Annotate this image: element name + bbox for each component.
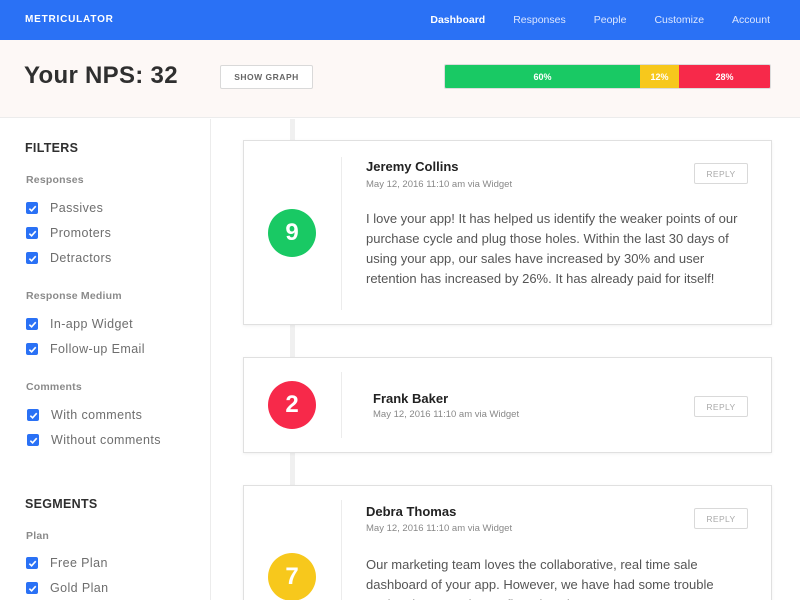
brand-logo[interactable]: METRICULATOR — [25, 14, 114, 25]
response-card: 2 Frank Baker May 12, 2016 11:10 am via … — [243, 357, 772, 453]
respondent-name[interactable]: Debra Thomas — [366, 504, 456, 519]
filter-with-comments[interactable]: With comments — [27, 408, 142, 422]
filter-promoters[interactable]: Promoters — [26, 226, 111, 240]
nps-breakdown-bar: 60% 12% 28% — [444, 64, 771, 89]
segment-gold-plan[interactable]: Gold Plan — [26, 581, 109, 595]
filter-label: Without comments — [51, 433, 161, 447]
reply-button[interactable]: REPLY — [694, 163, 748, 184]
filter-label: In-app Widget — [50, 317, 134, 331]
page-title: Your NPS: 32 — [24, 62, 178, 89]
show-graph-button[interactable]: SHOW GRAPH — [220, 65, 313, 89]
reply-button[interactable]: REPLY — [694, 508, 748, 529]
filter-group-title: Comments — [26, 381, 82, 393]
filter-label: Promoters — [50, 226, 112, 240]
filters-sidebar: FILTERS Responses Passives Promoters Det… — [0, 119, 211, 600]
response-comment: Our marketing team loves the collaborati… — [366, 557, 714, 600]
nps-score-badge: 9 — [268, 209, 316, 257]
checkbox-checked-icon[interactable] — [26, 582, 38, 594]
filter-label: Detractors — [50, 251, 112, 265]
segment-label: Gold Plan — [50, 581, 109, 595]
responses-feed: 9 Jeremy Collins May 12, 2016 11:10 am v… — [212, 119, 800, 600]
nps-score-badge: 7 — [268, 553, 316, 600]
checkbox-checked-icon[interactable] — [27, 434, 39, 446]
filter-follow-up-email[interactable]: Follow-up Email — [26, 342, 145, 356]
segment-free-plan[interactable]: Free Plan — [26, 556, 108, 570]
card-divider — [341, 500, 342, 600]
promoters-segment: 60% — [445, 65, 640, 88]
filter-without-comments[interactable]: Without comments — [27, 433, 161, 447]
reply-button[interactable]: REPLY — [694, 396, 748, 417]
top-navigation-bar: METRICULATOR Dashboard Responses People … — [0, 0, 800, 40]
segments-heading: SEGMENTS — [25, 497, 98, 511]
filters-heading: FILTERS — [25, 141, 79, 155]
nav-dashboard[interactable]: Dashboard — [430, 14, 485, 26]
segment-group-title: Plan — [26, 530, 49, 542]
main-nav: Dashboard Responses People Customize Acc… — [430, 0, 770, 40]
nav-people[interactable]: People — [594, 14, 627, 26]
nps-score-badge: 2 — [268, 381, 316, 429]
filter-detractors[interactable]: Detractors — [26, 251, 112, 265]
detractors-segment: 28% — [679, 65, 770, 88]
filter-label: With comments — [51, 408, 143, 422]
passives-segment: 12% — [640, 65, 679, 88]
nps-header: Your NPS: 32 SHOW GRAPH 60% 12% 28% — [0, 40, 800, 118]
response-card: 9 Jeremy Collins May 12, 2016 11:10 am v… — [243, 140, 772, 325]
nav-account[interactable]: Account — [732, 14, 770, 26]
response-meta: May 12, 2016 11:10 am via Widget — [366, 179, 513, 190]
nav-customize[interactable]: Customize — [654, 14, 704, 26]
checkbox-checked-icon[interactable] — [26, 202, 38, 214]
filter-group-title: Responses — [26, 174, 84, 186]
checkbox-checked-icon[interactable] — [26, 318, 38, 330]
checkbox-checked-icon[interactable] — [26, 227, 38, 239]
card-divider — [341, 157, 342, 310]
respondent-name[interactable]: Jeremy Collins — [366, 159, 459, 174]
response-meta: May 12, 2016 11:10 am via Widget — [366, 523, 513, 534]
response-comment: I love your app! It has helped us identi… — [366, 211, 738, 286]
filter-in-app-widget[interactable]: In-app Widget — [26, 317, 133, 331]
checkbox-checked-icon[interactable] — [26, 252, 38, 264]
filter-group-title: Response Medium — [26, 290, 122, 302]
card-divider — [341, 372, 342, 438]
response-meta: May 12, 2016 11:10 am via Widget — [373, 409, 520, 420]
response-card: 7 Debra Thomas May 12, 2016 11:10 am via… — [243, 485, 772, 600]
filter-passives[interactable]: Passives — [26, 201, 103, 215]
checkbox-checked-icon[interactable] — [26, 557, 38, 569]
checkbox-checked-icon[interactable] — [26, 343, 38, 355]
filter-label: Follow-up Email — [50, 342, 145, 356]
nav-responses[interactable]: Responses — [513, 14, 566, 26]
segment-label: Free Plan — [50, 556, 108, 570]
checkbox-checked-icon[interactable] — [27, 409, 39, 421]
filter-label: Passives — [50, 201, 104, 215]
respondent-name[interactable]: Frank Baker — [373, 391, 448, 406]
